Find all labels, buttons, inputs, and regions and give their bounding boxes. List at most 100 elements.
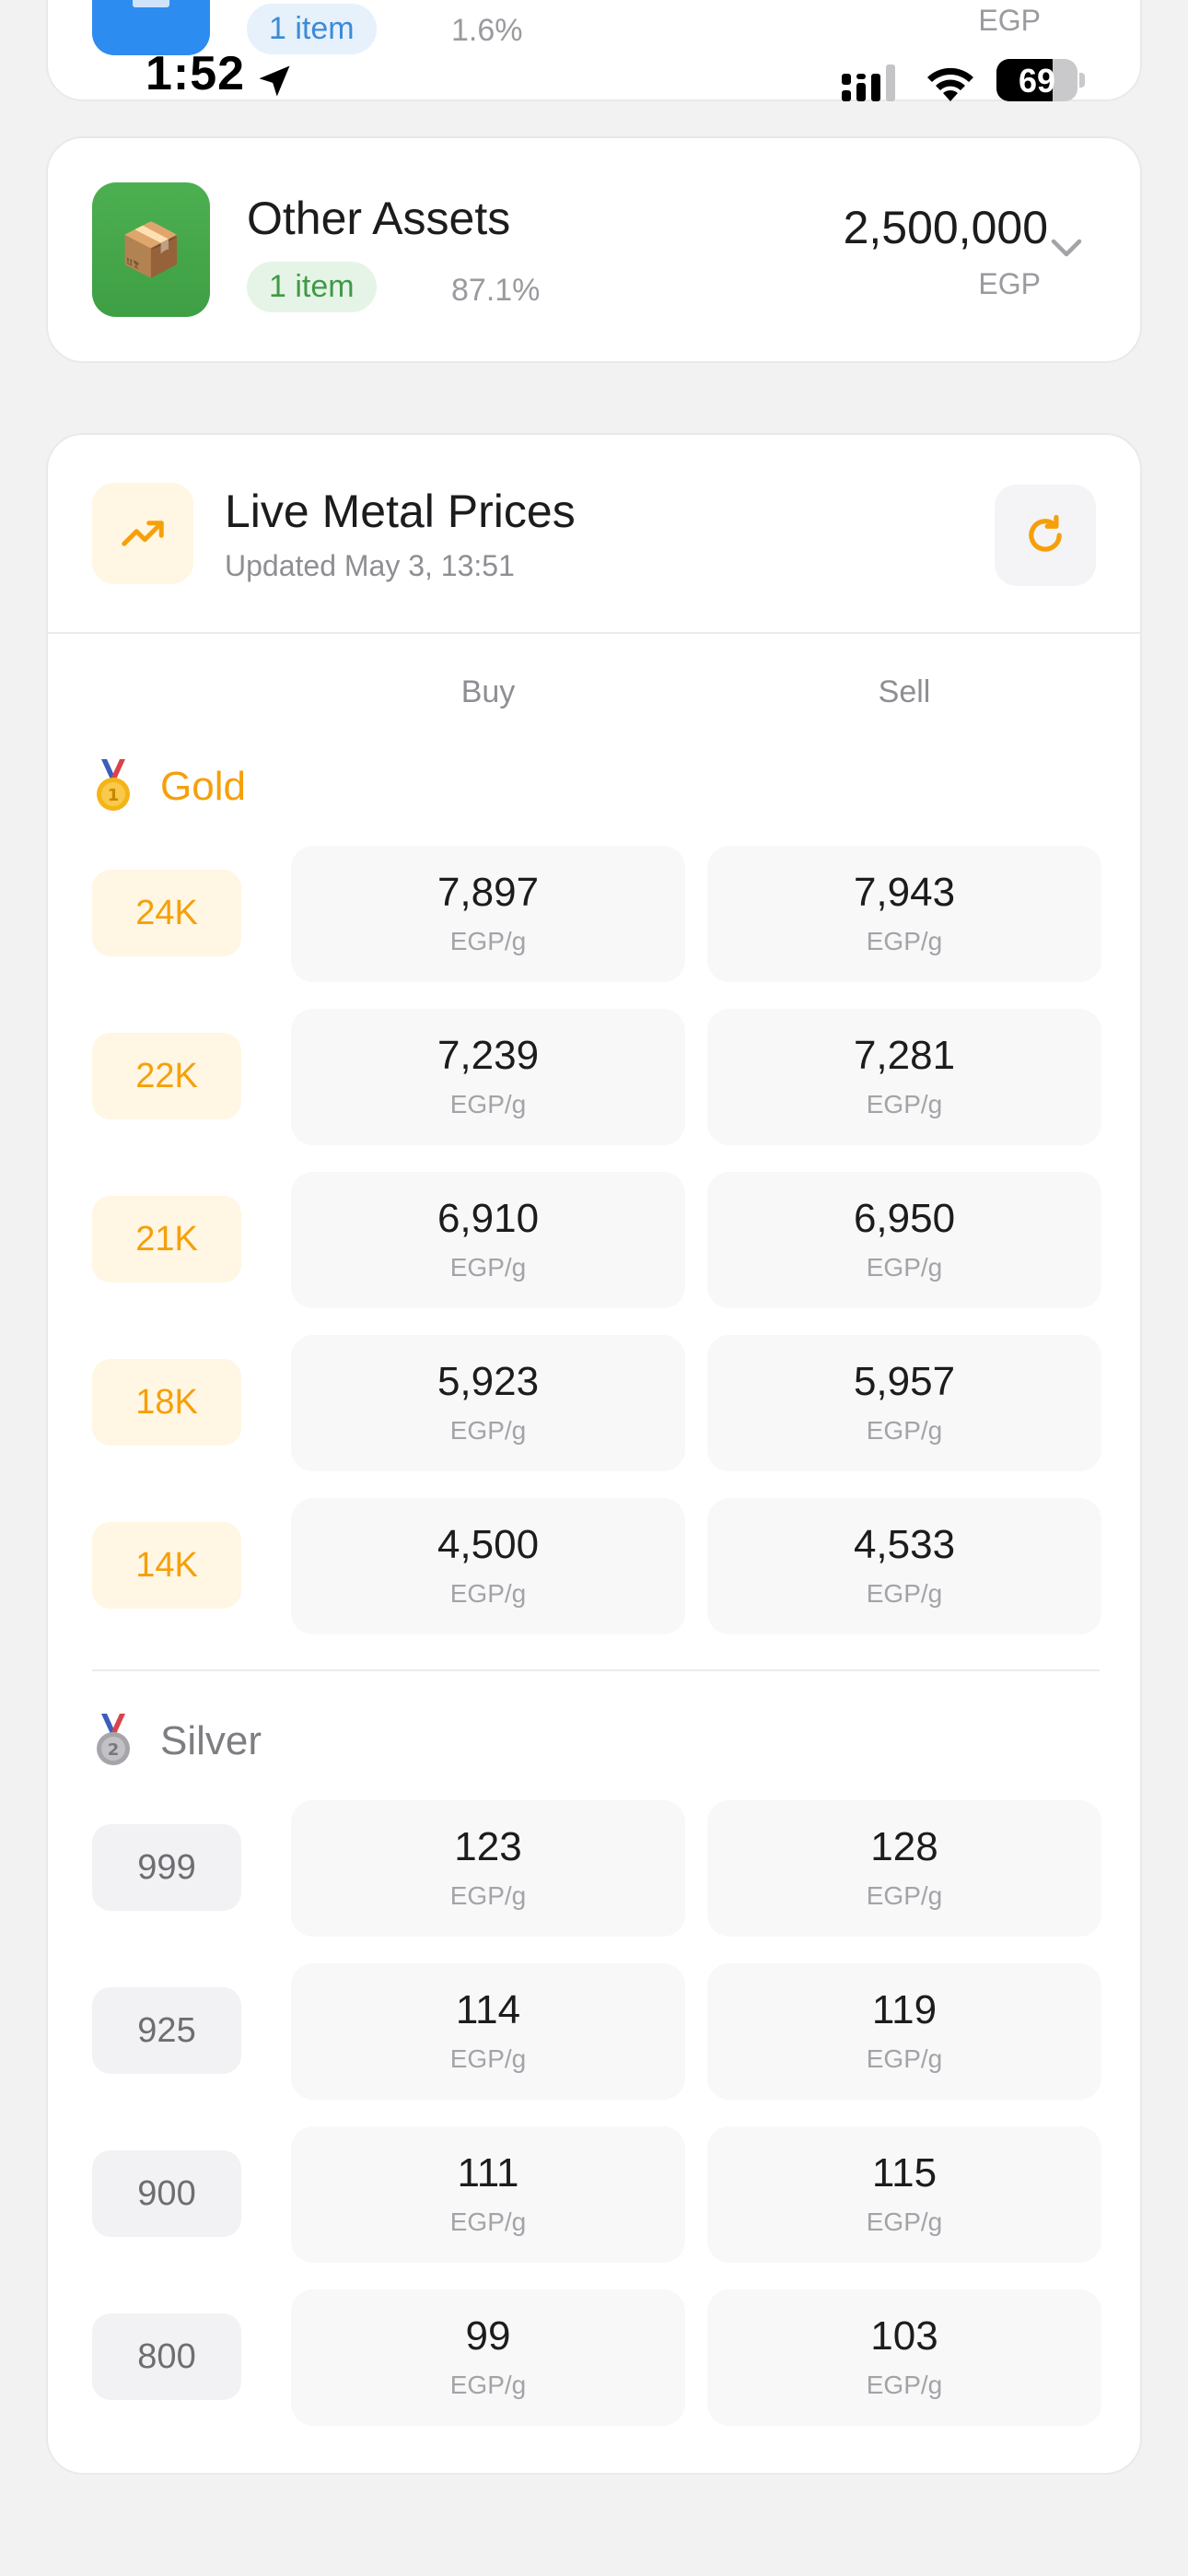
status-time: 1:52	[146, 47, 246, 100]
karat-badge: 21K	[92, 1196, 241, 1282]
buy-price-cell: 7,897 EGP/g	[291, 846, 685, 982]
sell-price: 5,957	[853, 1359, 956, 1404]
price-unit: EGP/g	[866, 2371, 943, 2399]
sell-price-cell: 115 EGP/g	[707, 2126, 1101, 2263]
price-unit: EGP/g	[866, 1579, 943, 1608]
purity-badge: 900	[92, 2150, 241, 2237]
price-row: 999 123 EGP/g 128 EGP/g	[92, 1800, 1101, 1937]
metal-prices-title: Live Metal Prices	[225, 486, 576, 537]
trend-badge	[92, 483, 193, 584]
other-assets-card[interactable]: 📦 Other Assets 1 item 87.1% 2,500,000 EG…	[46, 136, 1142, 363]
price-row: 925 114 EGP/g 119 EGP/g	[92, 1963, 1101, 2100]
price-row: 22K 7,239 EGP/g 7,281 EGP/g	[92, 1009, 1101, 1145]
screen: 1 item 1.6% EGP 1:52 69 📦 Other Assets 1…	[0, 0, 1188, 2576]
buy-price-cell: 7,239 EGP/g	[291, 1009, 685, 1145]
buy-price-cell: 114 EGP/g	[291, 1963, 685, 2100]
silver-section-label: Silver	[160, 1718, 262, 1763]
price-row: 14K 4,500 EGP/g 4,533 EGP/g	[92, 1498, 1101, 1634]
karat-badge: 14K	[92, 1522, 241, 1609]
buy-price: 7,239	[437, 1033, 540, 1078]
svg-text:2: 2	[108, 1740, 120, 1760]
karat-badge: 24K	[92, 870, 241, 956]
asset-title: Other Assets	[247, 193, 511, 244]
asset-currency: EGP	[978, 4, 1041, 37]
purity-badge: 999	[92, 1824, 241, 1911]
buy-price-cell: 111 EGP/g	[291, 2126, 685, 2263]
price-row: 21K 6,910 EGP/g 6,950 EGP/g	[92, 1172, 1101, 1308]
sell-price-cell: 5,957 EGP/g	[707, 1335, 1101, 1471]
price-unit: EGP/g	[449, 1579, 527, 1608]
sell-price-cell: 4,533 EGP/g	[707, 1498, 1101, 1634]
silver-medal-icon: 2	[97, 1714, 130, 1765]
price-unit: EGP/g	[866, 927, 943, 955]
sell-price: 103	[870, 2313, 938, 2359]
battery-indicator: 69	[996, 59, 1085, 101]
gold-section-header: 1 Gold	[92, 759, 246, 814]
package-icon: 📦	[92, 182, 210, 317]
status-bar: 1:52 69	[0, 46, 1188, 120]
refresh-button[interactable]	[995, 485, 1096, 586]
price-row: 18K 5,923 EGP/g 5,957 EGP/g	[92, 1335, 1101, 1471]
buy-price: 4,500	[437, 1522, 540, 1567]
price-unit: EGP/g	[449, 2371, 527, 2399]
svg-text:1: 1	[108, 786, 120, 805]
karat-badge: 22K	[92, 1033, 241, 1119]
asset-amount: 2,500,000	[843, 202, 1048, 253]
price-unit: EGP/g	[449, 1881, 527, 1910]
chevron-down-icon[interactable]	[1048, 234, 1085, 262]
price-unit: EGP/g	[866, 2044, 943, 2073]
asset-currency: EGP	[978, 267, 1041, 300]
battery-percent: 69	[1018, 62, 1056, 100]
purity-badge: 800	[92, 2313, 241, 2400]
purity-badge: 925	[92, 1987, 241, 2074]
cellular-signal-icon	[842, 64, 895, 101]
metal-prices-card: Live Metal Prices Updated May 3, 13:51 B…	[46, 433, 1142, 2475]
buy-price-cell: 6,910 EGP/g	[291, 1172, 685, 1308]
buy-column-header: Buy	[460, 674, 516, 709]
metal-prices-header: Live Metal Prices Updated May 3, 13:51	[48, 435, 1140, 634]
sell-price-cell: 6,950 EGP/g	[707, 1172, 1101, 1308]
section-divider	[92, 1669, 1100, 1671]
price-unit: EGP/g	[449, 2044, 527, 2073]
refresh-icon	[1029, 514, 1062, 552]
sell-price: 7,281	[853, 1033, 956, 1078]
trending-up-icon	[122, 521, 164, 546]
buy-price: 5,923	[437, 1359, 540, 1404]
price-row: 800 99 EGP/g 103 EGP/g	[92, 2289, 1101, 2426]
buy-price: 99	[465, 2313, 511, 2359]
sell-price-cell: 119 EGP/g	[707, 1963, 1101, 2100]
buy-price-cell: 4,500 EGP/g	[291, 1498, 685, 1634]
buy-price: 7,897	[437, 870, 540, 915]
gold-medal-icon: 1	[97, 759, 130, 811]
buy-price: 6,910	[437, 1196, 540, 1241]
price-unit: EGP/g	[449, 927, 527, 955]
price-unit: EGP/g	[866, 1881, 943, 1910]
silver-section-header: 2 Silver	[92, 1714, 262, 1769]
price-unit: EGP/g	[449, 1416, 527, 1445]
price-unit: EGP/g	[449, 1090, 527, 1118]
sell-price: 128	[870, 1824, 938, 1869]
sell-price: 115	[871, 2150, 938, 2195]
buy-price: 111	[457, 2150, 519, 2195]
sell-column-header: Sell	[878, 674, 931, 709]
asset-percent: 1.6%	[451, 13, 523, 48]
item-count-badge: 1 item	[247, 262, 377, 312]
price-unit: EGP/g	[866, 2207, 943, 2236]
karat-badge: 18K	[92, 1359, 241, 1446]
buy-price: 114	[455, 1987, 521, 2032]
sell-price-cell: 7,943 EGP/g	[707, 846, 1101, 982]
sell-price: 119	[871, 1987, 938, 2032]
sell-price-cell: 7,281 EGP/g	[707, 1009, 1101, 1145]
price-unit: EGP/g	[449, 2207, 527, 2236]
buy-price-cell: 99 EGP/g	[291, 2289, 685, 2426]
last-updated-text: Updated May 3, 13:51	[225, 549, 515, 582]
wifi-icon	[927, 67, 973, 101]
sell-price: 4,533	[853, 1522, 956, 1567]
sell-price-cell: 103 EGP/g	[707, 2289, 1101, 2426]
price-unit: EGP/g	[449, 1253, 527, 1282]
buy-price-cell: 123 EGP/g	[291, 1800, 685, 1937]
price-unit: EGP/g	[866, 1416, 943, 1445]
sell-price: 7,943	[853, 870, 956, 915]
price-unit: EGP/g	[866, 1090, 943, 1118]
price-row: 900 111 EGP/g 115 EGP/g	[92, 2126, 1101, 2263]
